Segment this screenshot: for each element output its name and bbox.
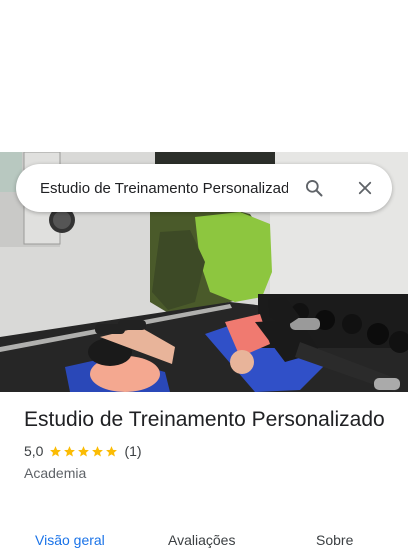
search-bar [16,164,392,212]
place-category[interactable]: Academia [24,465,394,481]
map-area-blank [0,0,408,152]
search-button[interactable] [302,176,326,200]
clear-search-button[interactable] [353,176,377,200]
star-icon [64,445,76,456]
search-icon [306,180,323,197]
tab-reviews[interactable]: Avaliações [168,532,235,548]
rating-stars [49,445,118,458]
search-input[interactable] [40,179,288,197]
place-title: Estudio de Treinamento Personalizado [24,408,385,431]
review-count: (1) [124,443,142,459]
place-info: Estudio de Treinamento Personalizado 5,0… [24,406,394,481]
star-icon [78,445,90,456]
star-icon [50,445,62,456]
tab-about[interactable]: Sobre [316,532,353,548]
tab-overview[interactable]: Visão geral [35,532,105,548]
rating-row[interactable]: 5,0 (1) [24,442,394,460]
place-tabs: Visão geral Avaliações Sobre [0,526,408,556]
star-icon [106,445,118,456]
star-icon [92,445,104,456]
close-icon [358,181,372,195]
rating-value: 5,0 [24,443,44,459]
